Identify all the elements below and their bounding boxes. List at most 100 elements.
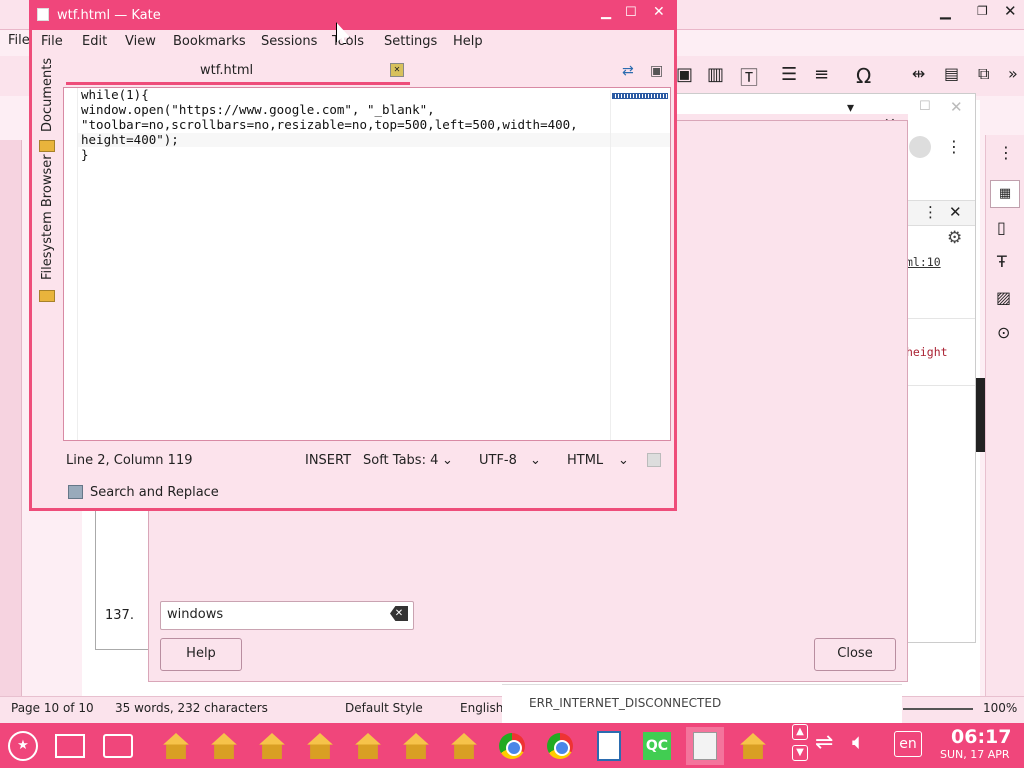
help-button[interactable]: Help — [160, 638, 242, 671]
folder-icon — [39, 290, 55, 302]
minimap[interactable] — [610, 90, 669, 440]
chrome-icon[interactable] — [493, 727, 531, 765]
writer-restore-button[interactable]: ❐ — [977, 4, 988, 18]
quick-open-icon[interactable]: ▣ — [650, 63, 663, 79]
note-icon[interactable]: ▤ — [944, 64, 959, 83]
devtools-settings-icon[interactable]: ⚙ — [947, 228, 962, 248]
folder-home-icon[interactable] — [253, 727, 291, 765]
track-changes-icon[interactable]: ⧉ — [978, 64, 989, 84]
input-mode[interactable]: INSERT — [305, 453, 351, 468]
menu-edit[interactable]: Edit — [82, 34, 107, 49]
menu-file[interactable]: File — [41, 34, 63, 49]
console-divider — [903, 385, 975, 386]
pager-icon[interactable] — [51, 727, 89, 765]
profile-avatar[interactable] — [909, 136, 931, 158]
special-character-icon[interactable]: Ω — [856, 64, 871, 88]
folder-home-icon[interactable] — [301, 727, 339, 765]
writer-close-button[interactable]: ✕ — [1004, 2, 1017, 20]
browser-maximize-button[interactable]: ☐ — [919, 99, 931, 114]
kate-close-button[interactable]: ✕ — [653, 4, 665, 20]
chart-icon[interactable]: ▥ — [707, 64, 724, 85]
console-source-link[interactable]: ml:10 — [906, 255, 941, 269]
sidebar-documents-label: Documents — [40, 57, 55, 132]
kate-maximize-button[interactable]: ☐ — [625, 5, 637, 20]
doc-side-panel — [95, 510, 150, 650]
qtcreator-icon[interactable]: QC — [638, 727, 676, 765]
sidebar-menu-icon[interactable]: ⋮ — [998, 143, 1014, 162]
writer-document-icon[interactable] — [590, 727, 628, 765]
writer-minimize-button[interactable]: ▁ — [940, 4, 951, 20]
folder-home-icon[interactable] — [734, 727, 772, 765]
devtools-menu-icon[interactable]: ⋮ — [923, 203, 938, 221]
folder-home-icon[interactable] — [157, 727, 195, 765]
page-icon[interactable]: ▯ — [997, 218, 1006, 237]
chevron-down-icon[interactable]: ⌄ — [530, 453, 541, 468]
browser-close-button[interactable]: ✕ — [950, 98, 963, 116]
sidebar-documents-tab[interactable]: Documents — [40, 58, 56, 132]
browser-menu-icon[interactable]: ⋮ — [946, 137, 962, 156]
chrome-icon[interactable] — [541, 727, 579, 765]
styles-icon[interactable]: Ŧ — [997, 252, 1007, 271]
console-text: height — [906, 345, 948, 359]
code-line: window.open("https://www.google.com", "_… — [81, 102, 435, 117]
chevron-down-icon[interactable]: ⌄ — [442, 453, 453, 468]
menu-help[interactable]: Help — [453, 34, 483, 49]
navigator-icon[interactable]: ⊙ — [997, 323, 1010, 342]
menu-sessions[interactable]: Sessions — [261, 34, 317, 49]
image-icon[interactable]: ▣ — [676, 64, 693, 85]
devtools-close-button[interactable]: ✕ — [949, 203, 962, 221]
page-style[interactable]: Default Style — [345, 701, 423, 715]
zoom-slider[interactable] — [903, 708, 973, 710]
chevron-down-icon[interactable]: ⌄ — [618, 453, 629, 468]
clock-time[interactable]: 06:17 — [951, 726, 1011, 748]
desktop-icon[interactable] — [99, 727, 137, 765]
volume-down-icon[interactable]: ▼ — [792, 745, 808, 761]
split-view-icon[interactable]: ⇄ — [622, 63, 634, 79]
kate-app-icon — [37, 8, 49, 21]
sidebar-filesystem-tab[interactable]: Filesystem Browser — [40, 154, 56, 282]
sidebar-collapse-handle[interactable] — [976, 378, 985, 452]
folder-home-icon[interactable] — [349, 727, 387, 765]
list-icon[interactable]: ≡ — [814, 64, 829, 85]
folder-home-icon[interactable] — [205, 727, 243, 765]
network-icon[interactable]: ⇌ — [815, 730, 833, 755]
kate-task-icon[interactable] — [686, 727, 724, 765]
menu-view[interactable]: View — [125, 34, 156, 49]
zoom-level[interactable]: 100% — [983, 701, 1017, 715]
keyboard-layout[interactable]: en — [894, 731, 922, 757]
menu-settings[interactable]: Settings — [384, 34, 437, 49]
editor-gutter — [64, 88, 78, 440]
field-icon[interactable]: ⇹ — [912, 64, 925, 83]
minimap-viewport[interactable] — [612, 93, 668, 99]
indent-setting[interactable]: Soft Tabs: 4 — [363, 453, 438, 468]
more-icon[interactable]: » — [1008, 64, 1018, 83]
word-count[interactable]: 35 words, 232 characters — [115, 701, 268, 715]
kate-title: wtf.html — Kate — [57, 8, 161, 23]
sidebar-filesystem-label: Filesystem Browser — [40, 154, 55, 280]
kate-minimize-button[interactable]: ▁ — [601, 5, 611, 20]
folder-home-icon[interactable] — [445, 727, 483, 765]
language[interactable]: English — [460, 701, 503, 715]
speaker-icon[interactable]: 🔈︎ — [852, 730, 865, 755]
find-input-value: windows — [167, 607, 224, 622]
textbox-icon[interactable]: 🅃 — [740, 64, 758, 90]
properties-icon[interactable]: ▦ — [990, 180, 1020, 208]
gallery-icon[interactable]: ▨ — [996, 288, 1011, 307]
code-line: height=400"); — [81, 132, 179, 147]
close-button[interactable]: Close — [814, 638, 896, 671]
writer-file-menu[interactable]: File — [8, 33, 30, 48]
syntax-mode[interactable]: HTML — [567, 453, 603, 468]
app-launcher-icon[interactable]: ★ — [4, 727, 42, 765]
volume-up-icon[interactable]: ▲ — [792, 724, 808, 740]
tab-close-icon[interactable]: ✕ — [390, 63, 404, 77]
cursor-position[interactable]: Line 2, Column 119 — [66, 453, 193, 468]
encoding[interactable]: UTF-8 — [479, 453, 517, 468]
doc-side-value: 137. — [105, 608, 134, 623]
menu-bookmarks[interactable]: Bookmarks — [173, 34, 246, 49]
search-replace-tab[interactable]: Search and Replace — [90, 485, 219, 500]
align-icon[interactable]: ☰ — [781, 64, 797, 85]
clock-date[interactable]: SUN, 17 APR — [940, 748, 1010, 761]
folder-home-icon[interactable] — [397, 727, 435, 765]
search-replace-icon[interactable] — [68, 485, 83, 499]
page-count[interactable]: Page 10 of 10 — [11, 701, 94, 715]
